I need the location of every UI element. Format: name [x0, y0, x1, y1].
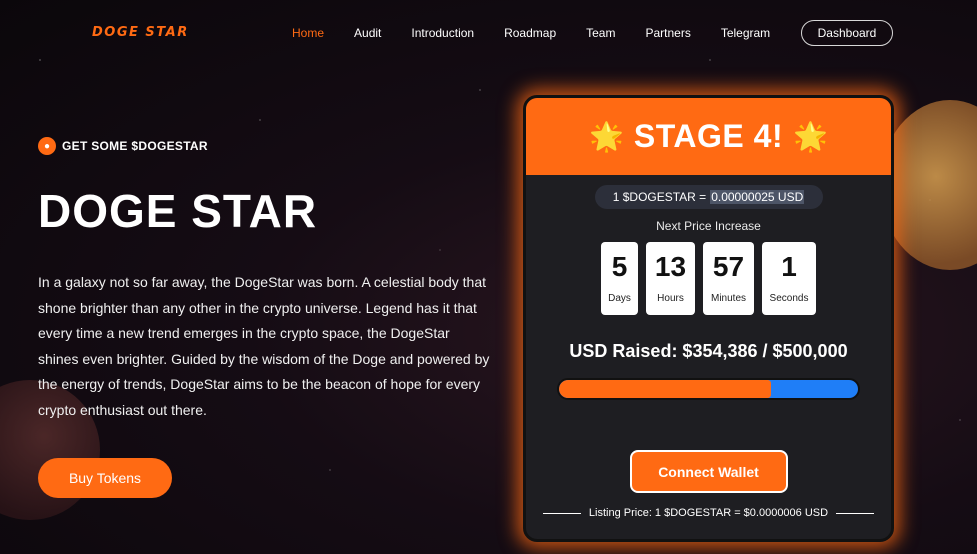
next-price-increase-label: Next Price Increase: [656, 219, 761, 233]
countdown-label: Minutes: [710, 293, 746, 304]
countdown-timer: 5 Days 13 Hours 57 Minutes 1 Seconds: [526, 242, 891, 315]
countdown-label: Seconds: [769, 293, 809, 304]
hero-tagline: ● GET SOME $DOGESTAR: [38, 137, 208, 155]
hero-title: DOGE STAR: [38, 185, 318, 237]
logo[interactable]: DOGE STAR: [92, 25, 189, 40]
nav-link-team[interactable]: Team: [586, 26, 615, 40]
divider-line: [836, 512, 875, 514]
nav-links: Home Audit Introduction Roadmap Team Par…: [292, 26, 800, 40]
usd-raised: USD Raised: $354,386 / $500,000: [569, 341, 848, 361]
countdown-hours: 13 Hours: [646, 242, 695, 315]
nav-link-home[interactable]: Home: [292, 26, 324, 40]
listing-price-text: Listing Price: 1 $DOGESTAR = $0.0000006 …: [588, 507, 829, 519]
countdown-seconds: 1 Seconds: [762, 242, 816, 315]
countdown-value: 1: [781, 251, 797, 282]
countdown-value: 5: [611, 251, 628, 282]
price-prefix: 1 $DOGESTAR =: [612, 190, 707, 204]
divider-line: [542, 512, 581, 514]
nav-link-partners[interactable]: Partners: [645, 26, 690, 40]
token-price: 1 $DOGESTAR = 0.00000025 USD: [594, 185, 823, 209]
countdown-minutes: 57 Minutes: [703, 242, 754, 315]
nav-link-roadmap[interactable]: Roadmap: [504, 26, 556, 40]
nav-link-telegram[interactable]: Telegram: [721, 26, 770, 40]
countdown-label: Hours: [657, 293, 684, 304]
nav-link-introduction[interactable]: Introduction: [411, 26, 474, 40]
stage-header: 🌟 STAGE 4! 🌟: [526, 98, 891, 175]
star-icon: 🌟: [793, 121, 828, 152]
planet-decoration-right: [880, 100, 977, 270]
listing-price: Listing Price: 1 $DOGESTAR = $0.0000006 …: [526, 507, 891, 519]
countdown-value: 13: [654, 251, 687, 282]
countdown-days: 5 Days: [601, 242, 638, 315]
presale-card: 🌟 STAGE 4! 🌟 1 $DOGESTAR = 0.00000025 US…: [523, 95, 894, 542]
countdown-label: Days: [608, 293, 631, 304]
stage-title: STAGE 4!: [633, 118, 784, 154]
star-icon: 🌟: [589, 121, 624, 152]
hero-description: In a galaxy not so far away, the DogeSta…: [38, 274, 490, 418]
price-value: 0.00000025 USD: [710, 190, 805, 204]
top-nav: DOGE STAR Home Audit Introduction Roadma…: [0, 0, 977, 66]
buy-tokens-button[interactable]: Buy Tokens: [38, 458, 172, 498]
raise-progress-bar: [557, 378, 860, 400]
countdown-value: 57: [712, 251, 745, 282]
tagline-text: GET SOME $DOGESTAR: [62, 139, 208, 153]
progress-fill: [559, 380, 772, 398]
nav-link-audit[interactable]: Audit: [354, 26, 381, 40]
connect-wallet-button[interactable]: Connect Wallet: [629, 450, 788, 493]
doge-coin-icon: ●: [38, 137, 56, 155]
dashboard-button[interactable]: Dashboard: [801, 20, 893, 46]
